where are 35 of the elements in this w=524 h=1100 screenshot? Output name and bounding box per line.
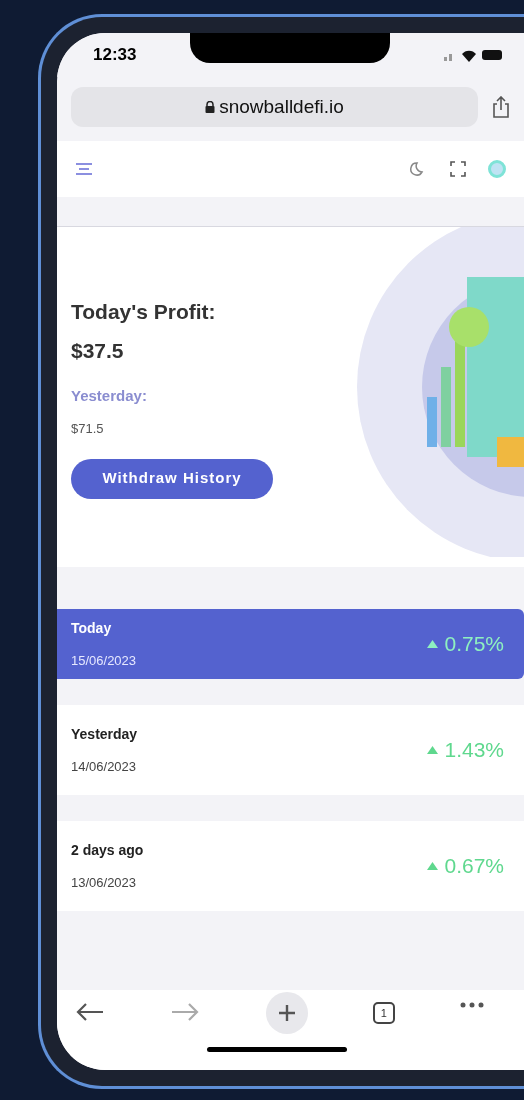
up-triangle-icon xyxy=(427,862,439,870)
row-date: 15/06/2023 xyxy=(71,651,137,670)
url-text: snowballdefi.io xyxy=(219,94,344,119)
status-time: 12:33 xyxy=(93,44,137,67)
fullscreen-icon[interactable] xyxy=(450,161,466,177)
lock-icon xyxy=(205,101,216,113)
share-icon[interactable] xyxy=(492,96,510,118)
profit-row[interactable]: Yesterday 14/06/2023 1.43% xyxy=(57,705,524,795)
profit-title: Today's Profit: xyxy=(71,298,217,325)
up-triangle-icon xyxy=(427,746,439,754)
row-label: Today xyxy=(71,618,113,638)
moon-icon[interactable] xyxy=(408,161,424,177)
yesterday-amount: $71.5 xyxy=(71,420,105,438)
new-tab-button[interactable] xyxy=(265,992,308,1034)
withdraw-history-button[interactable]: Withdraw History xyxy=(71,458,273,499)
change-percent: 1.43% xyxy=(444,737,504,764)
row-label: 2 days ago xyxy=(71,840,144,860)
change-percent: 0.75% xyxy=(444,631,504,658)
url-bar[interactable]: snowballdefi.io xyxy=(71,87,478,127)
row-date: 13/06/2023 xyxy=(71,873,138,892)
menu-icon[interactable] xyxy=(75,162,93,176)
status-icons xyxy=(444,48,504,62)
yesterday-label: Yesterday: xyxy=(71,385,148,406)
plus-icon xyxy=(277,1004,296,1022)
up-triangle-icon xyxy=(427,640,439,648)
tab-count-button[interactable]: 1 xyxy=(372,1002,395,1024)
profit-amount: $37.5 xyxy=(71,338,125,364)
row-date: 14/06/2023 xyxy=(71,757,138,776)
back-arrow-icon[interactable] xyxy=(75,1002,105,1022)
change-percent: 0.67% xyxy=(444,853,504,880)
forward-arrow-icon[interactable] xyxy=(170,1002,201,1022)
profit-row[interactable]: Today 15/06/2023 0.75% xyxy=(57,609,524,679)
profit-row[interactable]: 2 days ago 13/06/2023 0.67% xyxy=(57,821,524,911)
row-label: Yesterday xyxy=(71,724,138,744)
more-icon[interactable] xyxy=(460,1002,484,1008)
